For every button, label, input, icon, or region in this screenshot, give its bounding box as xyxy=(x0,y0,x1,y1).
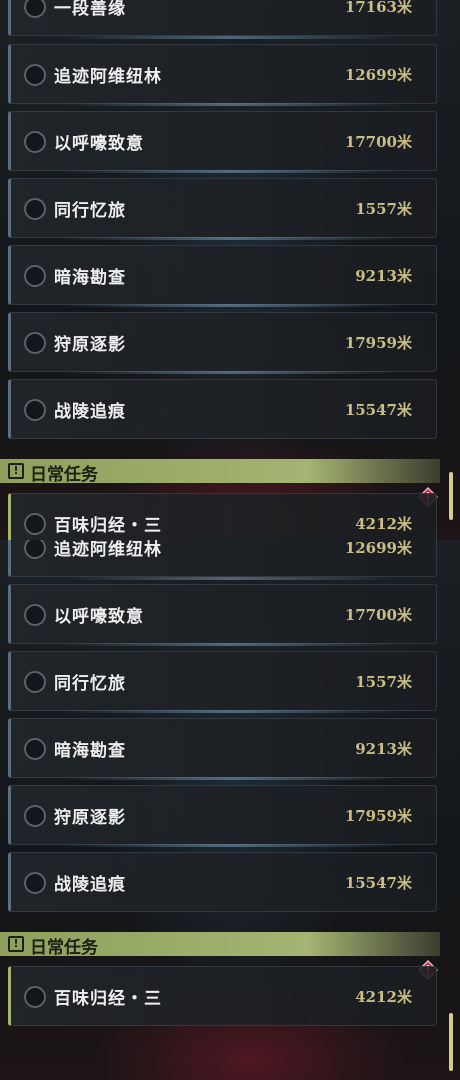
divider xyxy=(60,103,400,106)
quest-name: 暗海勘查 xyxy=(54,741,126,761)
quest-distance: 17700米 xyxy=(344,606,412,624)
quest-status-circle-icon[interactable] xyxy=(24,513,46,535)
quest-status-circle-icon[interactable] xyxy=(24,0,46,18)
divider xyxy=(60,710,400,713)
quest-item[interactable]: 以呼嚎致意 17700米 xyxy=(8,584,437,644)
quest-status-circle-icon[interactable] xyxy=(24,332,46,354)
daily-quest-item[interactable]: 百味归经・三 4212米 xyxy=(8,966,437,1026)
quest-name: 以呼嚎致意 xyxy=(54,607,144,627)
daily-tasks-section-header[interactable]: ! 日常任务 xyxy=(0,932,440,958)
divider xyxy=(60,844,400,847)
quest-name: 一段善缘 xyxy=(54,0,126,19)
quest-distance: 1557米 xyxy=(355,673,412,691)
quest-distance: 17700米 xyxy=(344,133,412,151)
quest-distance: 9213米 xyxy=(355,740,412,758)
quest-distance: 12699米 xyxy=(344,540,412,557)
quest-status-circle-icon[interactable] xyxy=(24,399,46,421)
quest-item[interactable]: 狩原逐影 17959米 xyxy=(8,785,437,845)
quest-name: 同行忆旅 xyxy=(54,674,126,694)
quest-name: 百味归经・三 xyxy=(54,516,162,536)
quest-name: 以呼嚎致意 xyxy=(54,134,144,154)
quest-distance: 12699米 xyxy=(344,66,412,84)
quest-name: 战陵追痕 xyxy=(54,875,126,895)
quest-name: 同行忆旅 xyxy=(54,201,126,221)
scrollbar-thumb[interactable] xyxy=(449,472,453,520)
quest-status-circle-icon[interactable] xyxy=(24,265,46,287)
quest-name: 狩原逐影 xyxy=(54,808,126,828)
quest-item[interactable]: 战陵追痕 15547米 xyxy=(8,852,437,912)
quest-list-bottom-view: 追迹阿维纽林 12699米 以呼嚎致意 17700米 同行忆旅 1557米 暗海… xyxy=(0,540,460,1080)
exclamation-box-icon: ! xyxy=(8,463,24,479)
quest-name: 狩原逐影 xyxy=(54,335,126,355)
quest-distance: 17163米 xyxy=(344,0,412,16)
exclamation-box-icon: ! xyxy=(8,936,24,952)
quest-status-circle-icon[interactable] xyxy=(24,604,46,626)
quest-name: 暗海勘查 xyxy=(54,268,126,288)
quest-name: 百味归经・三 xyxy=(54,989,162,1009)
quest-item[interactable]: 暗海勘查 9213米 xyxy=(8,245,437,305)
quest-status-circle-icon[interactable] xyxy=(24,872,46,894)
quest-status-circle-icon[interactable] xyxy=(24,986,46,1008)
quest-distance: 15547米 xyxy=(344,401,412,419)
quest-distance: 1557米 xyxy=(355,200,412,218)
quest-list-top-view: 一段善缘 17163米 追迹阿维纽林 12699米 以呼嚎致意 17700米 同… xyxy=(0,0,460,540)
divider xyxy=(60,577,400,580)
quest-item[interactable]: 同行忆旅 1557米 xyxy=(8,651,437,711)
quest-name: 追迹阿维纽林 xyxy=(54,67,162,87)
quest-distance: 17959米 xyxy=(344,334,412,352)
quest-item[interactable]: 追迹阿维纽林 12699米 xyxy=(8,540,437,577)
quest-item[interactable]: 狩原逐影 17959米 xyxy=(8,312,437,372)
quest-item[interactable]: 暗海勘查 9213米 xyxy=(8,718,437,778)
quest-status-circle-icon[interactable] xyxy=(24,198,46,220)
quest-item[interactable]: 同行忆旅 1557米 xyxy=(8,178,437,238)
quest-distance: 17959米 xyxy=(344,807,412,825)
section-title: 日常任务 xyxy=(30,465,98,485)
quest-name: 战陵追痕 xyxy=(54,402,126,422)
divider xyxy=(60,237,400,240)
divider xyxy=(60,304,400,307)
divider xyxy=(60,643,400,646)
quest-distance: 15547米 xyxy=(344,874,412,892)
divider xyxy=(60,36,400,39)
quest-item[interactable]: 战陵追痕 15547米 xyxy=(8,379,437,439)
daily-tasks-section-header[interactable]: ! 日常任务 xyxy=(0,459,440,485)
quest-item[interactable]: 追迹阿维纽林 12699米 xyxy=(8,44,437,104)
divider xyxy=(60,170,400,173)
scrollbar-thumb[interactable] xyxy=(449,1013,453,1071)
quest-status-circle-icon[interactable] xyxy=(24,805,46,827)
quest-name: 追迹阿维纽林 xyxy=(54,540,162,560)
quest-item[interactable]: 以呼嚎致意 17700米 xyxy=(8,111,437,171)
quest-distance: 9213米 xyxy=(355,267,412,285)
quest-status-circle-icon[interactable] xyxy=(24,540,46,559)
quest-status-circle-icon[interactable] xyxy=(24,738,46,760)
quest-status-circle-icon[interactable] xyxy=(24,64,46,86)
quest-distance: 4212米 xyxy=(355,515,412,533)
quest-item[interactable]: 一段善缘 17163米 xyxy=(8,0,437,36)
divider xyxy=(60,777,400,780)
daily-quest-item[interactable]: 百味归经・三 4212米 xyxy=(8,493,437,540)
divider xyxy=(60,371,400,374)
quest-distance: 4212米 xyxy=(355,988,412,1006)
quest-status-circle-icon[interactable] xyxy=(24,671,46,693)
quest-status-circle-icon[interactable] xyxy=(24,131,46,153)
section-title: 日常任务 xyxy=(30,938,98,958)
